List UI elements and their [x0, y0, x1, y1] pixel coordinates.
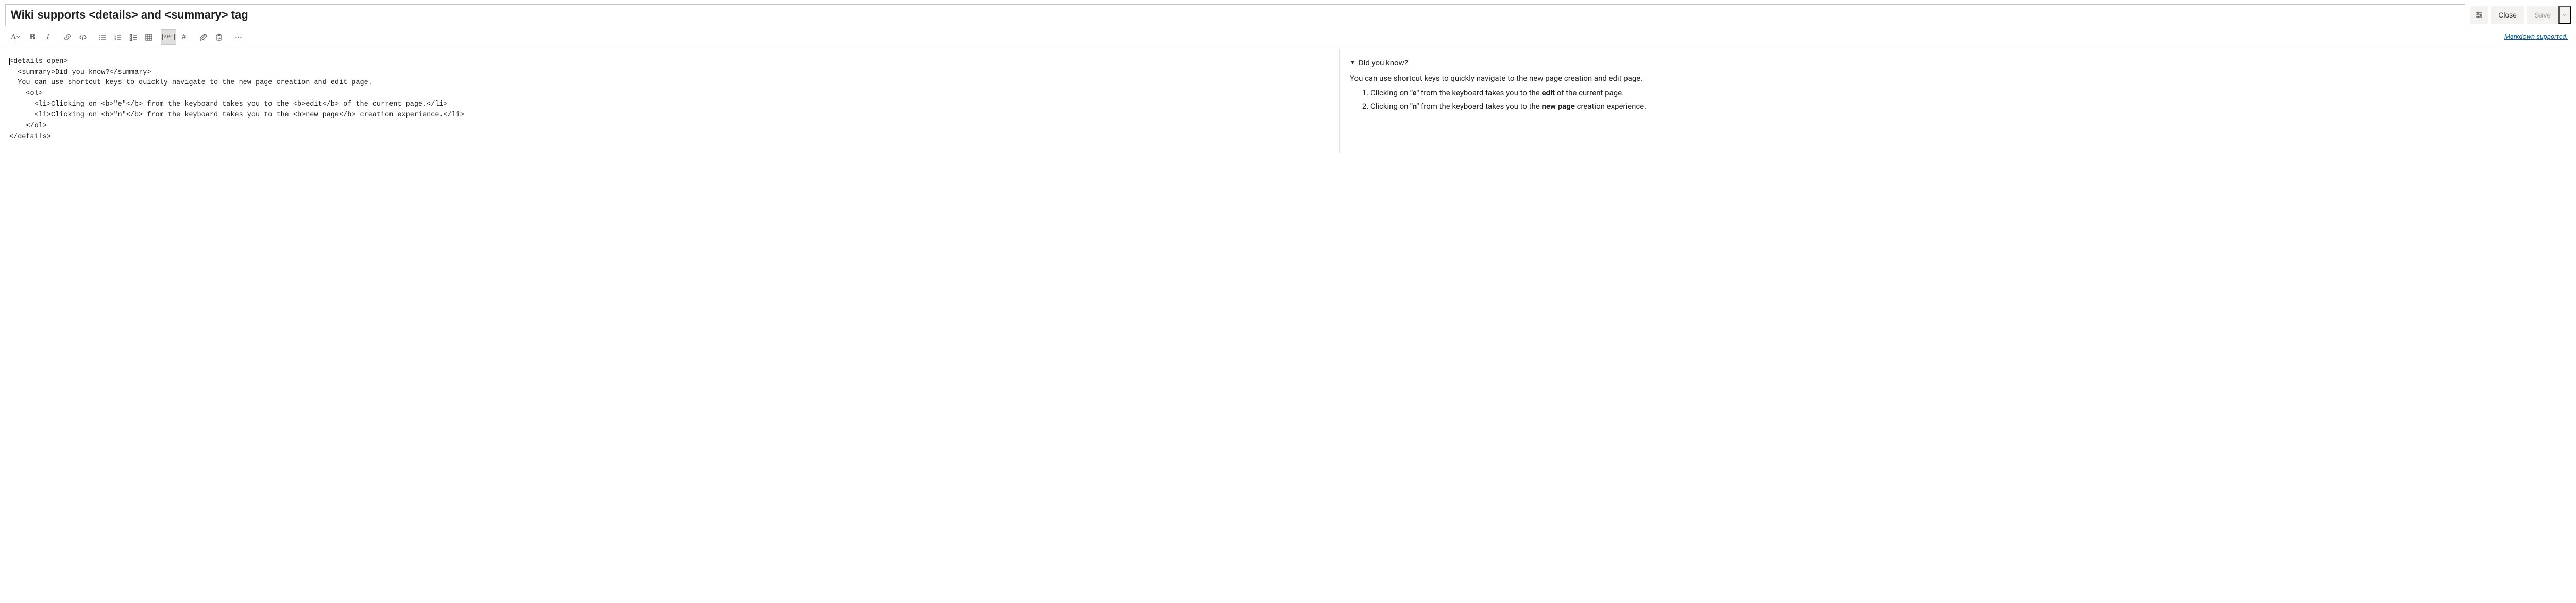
bold-icon: B [30, 32, 36, 42]
markdown-supported-link[interactable]: Markdown supported. [2504, 33, 2570, 41]
save-button[interactable]: Save [2527, 6, 2558, 24]
table-icon [145, 33, 153, 41]
preview-intro: You can use shortcut keys to quickly nav… [1350, 72, 2566, 85]
more-icon [234, 33, 243, 41]
hash-icon: # [182, 32, 186, 42]
mention-button[interactable] [211, 29, 227, 45]
editor-preview-split: <details open> <summary>Did you know?</s… [0, 49, 2576, 153]
bold-button[interactable]: B [25, 29, 40, 45]
sliders-icon [2475, 11, 2483, 19]
svg-text:3: 3 [114, 38, 116, 41]
more-button[interactable] [231, 29, 246, 45]
wiki-edit-page: Close Save A B I [0, 0, 2576, 153]
link-button[interactable] [60, 29, 75, 45]
markdown-preview: Did you know? You can use shortcut keys … [1340, 49, 2576, 153]
text-color-button[interactable]: A [6, 29, 25, 45]
list-item: Clicking on "n" from the keyboard takes … [1370, 100, 2566, 112]
bullet-list-icon [98, 33, 107, 41]
text-color-icon: A [11, 33, 20, 41]
chevron-down-icon [2563, 13, 2567, 17]
header-actions: Close Save [2470, 6, 2571, 24]
checklist-icon [129, 33, 138, 41]
checklist-button[interactable] [126, 29, 141, 45]
save-split-button: Save [2527, 6, 2571, 24]
header-row: Close Save [0, 0, 2576, 28]
highlight-button[interactable]: ABC [161, 29, 176, 45]
save-dropdown-button[interactable] [2558, 6, 2571, 24]
attachment-button[interactable] [196, 29, 211, 45]
page-settings-button[interactable] [2470, 6, 2488, 24]
page-title-input[interactable] [5, 4, 2465, 26]
highlight-icon: ABC [162, 34, 175, 40]
clipboard-icon [215, 33, 223, 41]
numbered-list-button[interactable]: 1 2 3 [110, 29, 126, 45]
italic-icon: I [46, 32, 49, 42]
link-icon [63, 33, 72, 41]
preview-list: Clicking on "e" from the keyboard takes … [1370, 87, 2566, 112]
toolbar-row: A B I [0, 28, 2576, 49]
close-button[interactable]: Close [2491, 6, 2524, 24]
formatting-toolbar: A B I [6, 29, 246, 45]
table-button[interactable] [141, 29, 157, 45]
italic-button[interactable]: I [40, 29, 56, 45]
bulleted-list-button[interactable] [95, 29, 110, 45]
list-item: Clicking on "e" from the keyboard takes … [1370, 87, 2566, 99]
paperclip-icon [199, 33, 208, 41]
preview-details[interactable]: Did you know? You can use shortcut keys … [1350, 57, 2566, 112]
heading-button[interactable]: # [176, 29, 192, 45]
numbered-list-icon: 1 2 3 [114, 33, 122, 41]
markdown-editor[interactable]: <details open> <summary>Did you know?</s… [0, 49, 1340, 153]
code-icon [79, 33, 87, 41]
code-button[interactable] [75, 29, 91, 45]
preview-summary[interactable]: Did you know? [1350, 57, 2566, 69]
